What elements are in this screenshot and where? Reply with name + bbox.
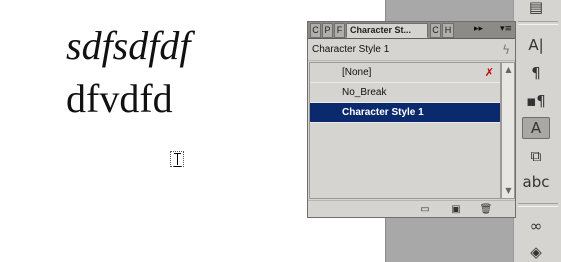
scroll-up-icon[interactable]: ▲: [503, 64, 514, 75]
tab-c2[interactable]: C: [430, 23, 441, 38]
new-group-icon[interactable]: ▭: [418, 203, 432, 216]
list-item[interactable]: No_Break: [310, 83, 500, 103]
vertical-scrollbar[interactable]: ▲ ▼: [501, 62, 515, 199]
layers-icon[interactable]: ◈: [522, 241, 550, 262]
delete-style-icon[interactable]: 🗑: [479, 203, 493, 216]
panel-tab-bar: C P F Character St... C H ▸▸ ▾≡: [308, 22, 515, 39]
list-item-label: No_Break: [342, 87, 387, 98]
panel-menu-icon[interactable]: ▾≡: [500, 24, 512, 34]
tab-f[interactable]: F: [334, 23, 345, 38]
list-item-selected[interactable]: Character Style 1: [310, 103, 500, 123]
page-icon[interactable]: ▤: [522, 0, 550, 18]
document-text-line-1[interactable]: sdfsdfdf: [66, 22, 190, 69]
panel-footer: ▭ ▣ 🗑: [308, 200, 515, 218]
tab-c[interactable]: C: [310, 23, 321, 38]
toolstrip-divider: [518, 203, 558, 207]
no-edit-icon: ✗: [484, 66, 494, 79]
links-icon[interactable]: ∞: [522, 215, 550, 237]
create-new-style-icon[interactable]: ▣: [449, 203, 463, 216]
character-icon[interactable]: A|: [522, 34, 550, 56]
tab-character-styles[interactable]: Character St...: [346, 23, 428, 38]
tab-h[interactable]: H: [442, 23, 454, 38]
list-item-label: Character Style 1: [342, 107, 424, 118]
panel-toolstrip: ▤ A| ¶ ▪¶ A ⧉ abc ∞ ◈: [513, 0, 561, 262]
character-styles-panel: C P F Character St... C H ▸▸ ▾≡ Characte…: [307, 21, 516, 218]
paragraph-icon[interactable]: ¶: [522, 62, 550, 84]
scroll-down-icon[interactable]: ▼: [503, 185, 514, 196]
styles-list[interactable]: [None] ✗ No_Break Character Style 1: [309, 62, 501, 199]
lightning-icon[interactable]: ϟ: [502, 43, 510, 57]
toolstrip-divider: [518, 21, 558, 25]
expand-panel-icon[interactable]: ▸▸: [474, 24, 483, 34]
tab-character-styles-label: Character St...: [350, 25, 412, 35]
ibeam-cursor-icon: [170, 151, 184, 167]
paragraph-styles-icon[interactable]: ▪¶: [522, 90, 550, 112]
document-text-line-2[interactable]: dfvdfd: [66, 75, 173, 122]
character-styles-icon[interactable]: A: [522, 117, 550, 139]
current-style-name: Character Style 1: [312, 44, 390, 55]
spell-check-icon[interactable]: abc: [522, 171, 550, 193]
swatches-icon[interactable]: ⧉: [522, 145, 550, 167]
list-item[interactable]: [None] ✗: [310, 63, 500, 83]
tab-p[interactable]: P: [322, 23, 333, 38]
panel-header: Character Style 1 ϟ: [308, 40, 515, 61]
list-item-label: [None]: [342, 67, 372, 78]
